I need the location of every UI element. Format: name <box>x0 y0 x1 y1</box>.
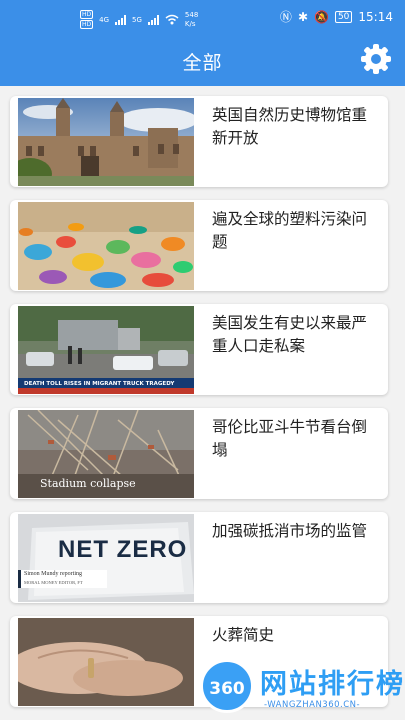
sim1-tags: HD HD <box>80 10 94 29</box>
net-speed-unit: K/s <box>184 20 196 28</box>
news-title[interactable]: 美国发生有史以来最严重人口走私案 <box>212 312 378 358</box>
network-type: 5G <box>132 15 142 24</box>
battery-icon: 50 <box>334 10 353 23</box>
net-speed: 548 K/s <box>185 11 198 28</box>
network-type: 4G <box>99 15 110 24</box>
signal-icon <box>147 14 159 25</box>
mute-icon: 🔕 <box>314 9 329 24</box>
news-item[interactable]: NET ZERO Simon Mundy reporting MORAL MON… <box>10 512 388 603</box>
news-title[interactable]: 加强碳抵消市场的监管 <box>212 520 378 543</box>
net-zero-sign: NET ZERO <box>58 536 188 563</box>
news-list: 英国自然历史博物馆重新开放 遍及全球的塑料污染问题 DEATH TOLL RIS… <box>10 96 388 720</box>
news-thumbnail <box>18 202 194 290</box>
nfc-icon: Ⓝ <box>279 10 292 24</box>
news-thumbnail: DEATH TOLL RISES IN MIGRANT TRUCK TRAGED… <box>18 306 194 394</box>
wifi-icon <box>165 14 179 25</box>
news-title[interactable]: 英国自然历史博物馆重新开放 <box>212 104 378 150</box>
gear-icon[interactable] <box>360 43 392 75</box>
status-bar-left: HD HD 4G 5G 548 K/s <box>80 10 198 29</box>
news-item[interactable]: DEATH TOLL RISES IN MIGRANT TRUCK TRAGED… <box>10 304 388 395</box>
news-thumbnail <box>18 618 194 706</box>
news-item[interactable]: 英国自然历史博物馆重新开放 <box>10 96 388 187</box>
net-speed-value: 548 <box>184 11 199 19</box>
signal-icon <box>115 14 127 25</box>
news-title[interactable]: 遍及全球的塑料污染问题 <box>212 208 378 254</box>
status-bar: HD HD 4G 5G 548 K/s Ⓝ ✱ 🔕 50 15:14 <box>0 0 405 36</box>
watermark: 360 网站排行榜 -WANGZHAN360.CN- <box>196 656 405 720</box>
clock: 15:14 <box>358 9 393 24</box>
news-caption: DEATH TOLL RISES IN MIGRANT TRUCK TRAGED… <box>24 381 175 387</box>
news-caption: Stadium collapse <box>40 477 136 490</box>
news-title[interactable]: 火葬简史 <box>212 624 378 647</box>
bluetooth-icon: ✱ <box>297 9 308 24</box>
page-title: 全部 <box>182 52 223 74</box>
watermark-name: 网站排行榜 <box>260 669 405 700</box>
watermark-logo: 360 <box>200 659 254 713</box>
news-thumbnail: Stadium collapse <box>18 410 194 498</box>
hd-badge: HD <box>80 20 94 29</box>
app-header: HD HD 4G 5G 548 K/s Ⓝ ✱ 🔕 50 15:14 全部 <box>0 0 405 86</box>
news-title[interactable]: 哥伦比亚斗牛节看台倒塌 <box>212 416 378 462</box>
news-thumbnail: NET ZERO Simon Mundy reporting MORAL MON… <box>18 514 194 602</box>
news-thumbnail <box>18 98 194 186</box>
reporter-name: Simon Mundy reporting <box>24 571 82 577</box>
watermark-url: -WANGZHAN360.CN- <box>264 700 361 710</box>
news-item[interactable]: Stadium collapse 哥伦比亚斗牛节看台倒塌 <box>10 408 388 499</box>
reporter-banner: Simon Mundy reporting MORAL MONEY EDITOR… <box>18 570 107 588</box>
hd-badge: HD <box>80 10 94 19</box>
news-item[interactable]: 遍及全球的塑料污染问题 <box>10 200 388 291</box>
status-bar-right: Ⓝ ✱ 🔕 50 15:14 <box>280 8 393 25</box>
reporter-role: MORAL MONEY EDITOR, FT <box>24 580 83 585</box>
